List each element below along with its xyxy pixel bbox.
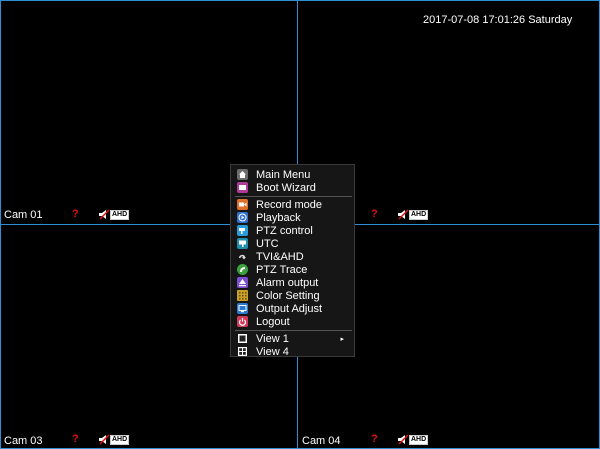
menu-item-alarm-output[interactable]: Alarm output xyxy=(237,276,318,289)
camera-2-ahd-badge: AHD xyxy=(409,210,429,220)
menu-item-ptz-control[interactable]: PTZ control xyxy=(237,224,313,237)
menu-item-utc[interactable]: UTC xyxy=(237,237,279,250)
menu-item-output-adjust[interactable]: Output Adjust xyxy=(237,302,322,315)
playback-icon xyxy=(237,212,248,223)
menu-item-view-1[interactable]: View 1 ▸ xyxy=(237,332,350,345)
menu-separator xyxy=(235,196,352,197)
camera-2-no-signal-icon: ? xyxy=(371,208,378,220)
color-icon xyxy=(237,290,248,301)
camera-4-label: Cam 04 xyxy=(302,435,341,447)
submenu-arrow-icon: ▸ xyxy=(340,335,344,343)
utc-icon xyxy=(237,238,248,249)
ptz-trace-icon xyxy=(237,264,248,275)
menu-item-playback[interactable]: Playback xyxy=(237,211,301,224)
tvi-ahd-icon xyxy=(237,251,248,262)
menu-item-logout[interactable]: Logout xyxy=(237,315,290,328)
camera-4-ahd-badge: AHD xyxy=(409,435,429,445)
camera-3-no-signal-icon: ? xyxy=(72,433,79,445)
camera-1-no-signal-icon: ? xyxy=(72,208,79,220)
context-menu: Main Menu Boot Wizard Record mode Playba… xyxy=(230,164,355,358)
view4-icon xyxy=(237,346,248,357)
view1-icon xyxy=(237,333,248,344)
menu-item-color-setting[interactable]: Color Setting xyxy=(237,289,320,302)
camera-1-ahd-badge: AHD xyxy=(110,210,130,220)
alarm-icon xyxy=(237,277,248,288)
menu-item-boot-wizard[interactable]: Boot Wizard xyxy=(237,181,316,194)
logout-icon xyxy=(237,316,248,327)
ptz-icon xyxy=(237,225,248,236)
home-icon xyxy=(237,169,248,180)
camera-3-ahd-badge: AHD xyxy=(110,435,130,445)
datetime-display: 2017-07-08 17:01:26 Saturday xyxy=(423,14,573,26)
camera-1-label: Cam 01 xyxy=(4,209,43,221)
menu-item-tvi-ahd[interactable]: TVI&AHD xyxy=(237,250,304,263)
menu-item-main-menu[interactable]: Main Menu xyxy=(237,168,310,181)
menu-item-ptz-trace[interactable]: PTZ Trace xyxy=(237,263,307,276)
wizard-icon xyxy=(237,182,248,193)
camera-3-label: Cam 03 xyxy=(4,435,43,447)
camera-4-no-signal-icon: ? xyxy=(371,433,378,445)
record-icon xyxy=(237,199,248,210)
output-icon xyxy=(237,303,248,314)
menu-item-record-mode[interactable]: Record mode xyxy=(237,198,322,211)
menu-item-view-4[interactable]: View 4 xyxy=(237,345,289,358)
menu-separator xyxy=(235,330,352,331)
